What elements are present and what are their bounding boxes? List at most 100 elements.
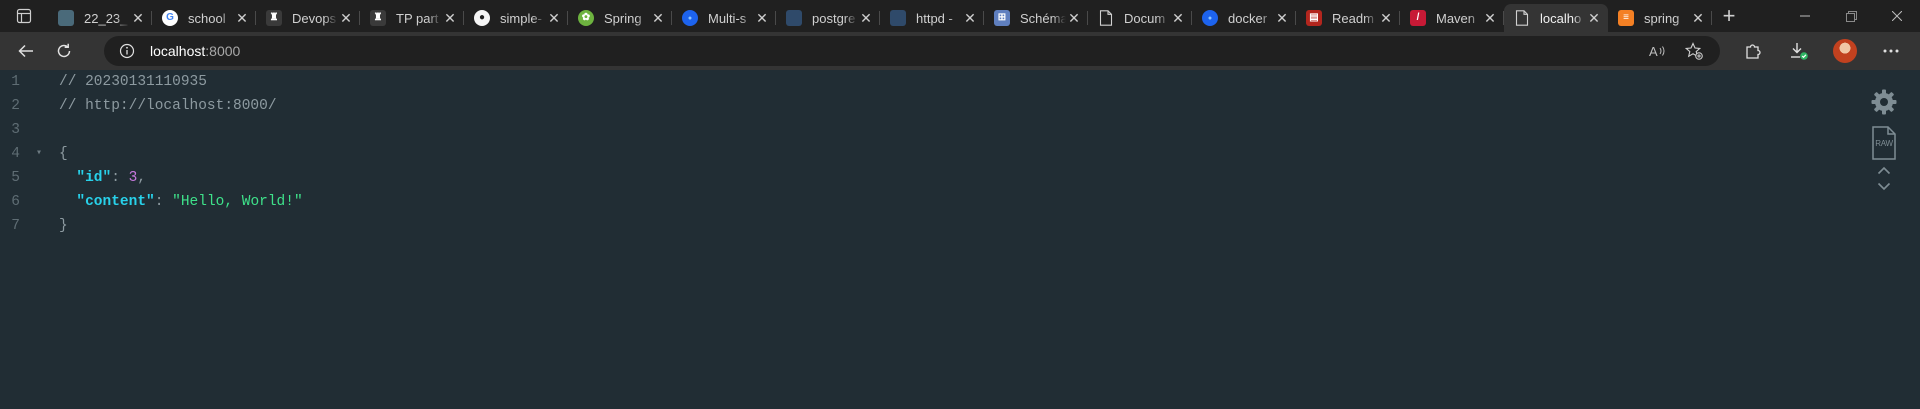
tab-close-icon[interactable]: ✕ [442,10,458,27]
settings-more-button[interactable] [1874,34,1908,68]
raw-view-button[interactable]: RAW [1868,126,1900,160]
code-line: 7} [0,214,1800,238]
token-key: "id" [76,170,112,186]
tab-title: Multi-s [708,10,747,26]
fold-toggle-icon[interactable]: ▾ [36,142,42,166]
tab-close-icon[interactable]: ✕ [130,10,146,27]
line-number: 3 [11,122,20,138]
code-line: 4 ▾ { [0,142,1800,166]
tab-12[interactable]: ▤ Readm ✕ [1296,4,1400,32]
expand-all-button[interactable] [1868,182,1900,196]
code-line: 1 // 20230131110935 [0,70,1800,94]
refresh-button[interactable] [46,35,82,67]
readme-icon: ▤ [1306,10,1322,26]
token-comment: // http://localhost:8000/ [59,98,277,114]
minimize-icon [1800,15,1810,17]
tab-close-icon[interactable]: ✕ [546,10,562,27]
viewer-settings-button[interactable] [1868,88,1900,116]
code-text: // 20230131110935 [59,70,207,94]
tab-5[interactable]: ✿ Spring ✕ [568,4,672,32]
tab-title: TP part [396,10,439,26]
maven-feather-icon: / [1410,10,1426,26]
tab-close-icon[interactable]: ✕ [1690,10,1706,27]
chevron-down-icon [1877,182,1891,191]
tab-close-icon[interactable]: ✕ [962,10,978,27]
tab-0[interactable]: 22_23_ ✕ [48,4,152,32]
code-text: { [59,142,68,166]
token-str: "Hello, World!" [172,194,303,210]
tab-title: Schéma [1020,10,1066,26]
tab-close-icon[interactable]: ✕ [754,10,770,27]
viewer-tools: RAW [1868,88,1900,196]
window-controls [1782,0,1920,32]
tab-close-icon[interactable]: ✕ [234,10,250,27]
tab-close-icon[interactable]: ✕ [1482,10,1498,27]
tab-close-icon[interactable]: ✕ [338,10,354,27]
toolbar-actions [1736,32,1908,70]
tab-close-icon[interactable]: ✕ [1170,10,1186,27]
read-aloud-button[interactable]: A [1642,36,1674,66]
github-icon: ● [474,10,490,26]
token-punct: , [137,170,147,186]
token-punct: : [154,194,173,210]
tab-close-icon[interactable]: ✕ [1378,10,1394,27]
extensions-button[interactable] [1736,34,1770,68]
tab-3[interactable]: ♜ TP part ✕ [360,4,464,32]
token-comment: // 20230131110935 [59,74,207,90]
tab-close-icon[interactable]: ✕ [650,10,666,27]
tab-actions-button[interactable] [0,0,48,32]
tab-10[interactable]: Docum ✕ [1088,4,1192,32]
profile-button[interactable] [1828,34,1862,68]
tab-title: postgre [812,10,856,26]
diagram-icon: ⊞ [994,10,1010,26]
address-bar[interactable]: localhost:8000 A [104,36,1720,66]
line-number: 2 [11,98,20,114]
tab-15[interactable]: ≡ spring ✕ [1608,4,1712,32]
add-favorite-button[interactable] [1678,36,1710,66]
address-bar-actions: A [1642,36,1710,66]
tab-close-icon[interactable]: ✕ [1274,10,1290,27]
line-number: 1 [11,74,20,90]
tab-close-icon[interactable]: ✕ [1066,10,1082,27]
url-host: localhost [150,43,206,59]
line-number: 4 [11,146,20,162]
tab-9[interactable]: ⊞ Schéma ✕ [984,4,1088,32]
tab-title: 22_23_ [84,10,128,26]
close-window-button[interactable] [1874,0,1920,32]
url-text[interactable]: localhost:8000 [150,43,240,59]
tab-strip: 22_23_ ✕ Gschool ✕ ♜ Devops ✕ ♜ TP part ✕ ● simple-… [0,0,1920,32]
tab-14[interactable]: localho ✕ [1504,4,1608,32]
tab-11[interactable]: ● docker ✕ [1192,4,1296,32]
new-tab-button[interactable]: + [1712,0,1746,32]
tab-close-icon[interactable]: ✕ [858,10,874,27]
tab-6[interactable]: ● Multi-s ✕ [672,4,776,32]
downloads-button[interactable] [1782,34,1816,68]
tab-7[interactable]: postgre ✕ [776,4,880,32]
minimize-button[interactable] [1782,0,1828,32]
site-info-button[interactable] [112,43,142,59]
collapse-all-button[interactable] [1868,166,1900,180]
code-line: 3 [0,118,1800,142]
code-line: 5 "id": 3, [0,166,1800,190]
restore-button[interactable] [1828,0,1874,32]
back-button[interactable] [8,35,44,67]
tab-title: Docum [1124,10,1166,26]
tab-1[interactable]: Gschool ✕ [152,4,256,32]
docker-icon: ● [682,10,698,26]
tab-4[interactable]: ● simple- ✕ [464,4,568,32]
refresh-icon [57,43,71,58]
tab-2[interactable]: ♜ Devops ✕ [256,4,360,32]
code-text: "content": "Hello, World!" [59,190,303,214]
token-punct: : [111,170,129,186]
tab-13[interactable]: / Maven ✕ [1400,4,1504,32]
url-port: :8000 [205,43,241,59]
gear-icon [1871,89,1897,115]
tab-close-icon[interactable]: ✕ [1586,10,1602,27]
tab-8[interactable]: httpd - ✕ [880,4,984,32]
plus-icon: + [1722,3,1736,28]
tab-title: spring [1644,10,1680,26]
code-text: "id": 3, [59,166,146,190]
tab-title: Maven [1436,10,1476,26]
info-icon [119,43,135,59]
tab-title: school [188,10,226,26]
